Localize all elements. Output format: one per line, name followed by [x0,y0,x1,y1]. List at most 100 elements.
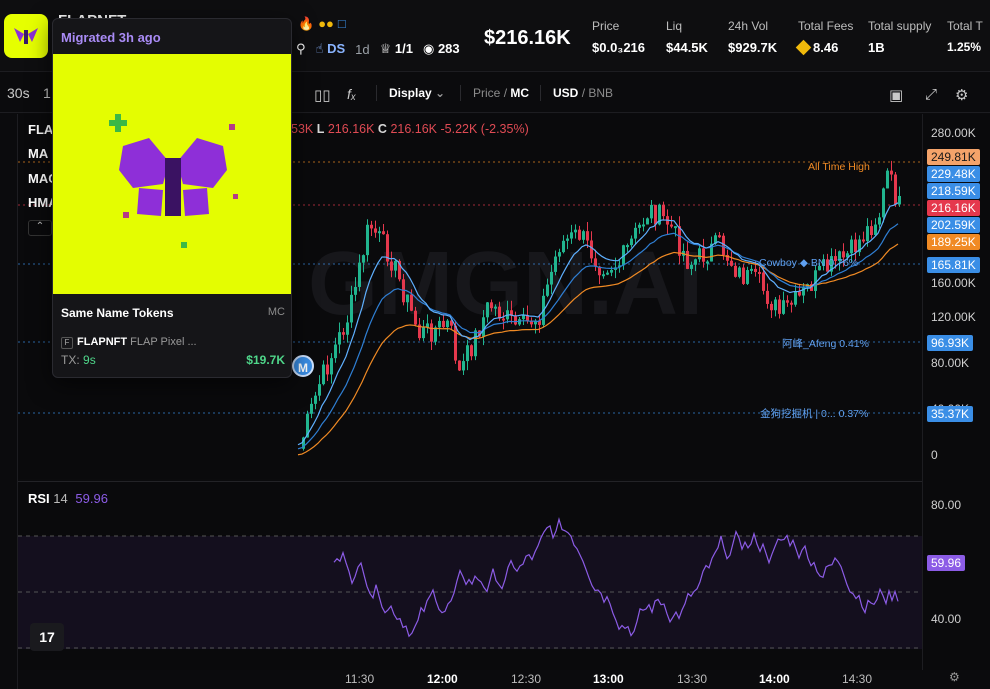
indicators-icon[interactable]: fₓ [347,86,356,102]
candle-body [346,322,349,335]
rsi-canvas [18,517,923,649]
candle-body [870,226,873,235]
collapse-legend-button[interactable]: ⌃ [28,220,52,236]
ohlc-readout: 53K L 216.16K C 216.16K -5.22K (-2.35%) [291,122,529,136]
candle-body [382,231,385,235]
price-axis[interactable]: 280.00K 160.00K 120.00K 80.00K 40.00K 0 … [922,114,990,684]
migration-marker[interactable]: M [292,355,314,377]
candle-body [638,224,641,228]
candle-body [698,248,701,260]
tag-cowboy: 165.81K [927,257,980,273]
migrated-label: Migrated 3h ago [61,30,161,45]
candle-body [690,264,693,269]
candle-body [686,250,689,269]
candle-body [590,240,593,259]
candle-body [482,317,485,337]
rsi-legend: RSI 14 59.96 [28,491,108,506]
price-mc-toggle[interactable]: Price / MC [473,86,529,100]
currency-toggle[interactable]: USD / BNB [553,86,613,100]
candle-body [442,320,445,328]
candle-body [370,224,373,229]
candle-body [318,384,321,396]
same-name-token-row[interactable]: F FLAPNFT FLAP Pixel ... [61,336,285,349]
flame-icon[interactable]: 🔥 [298,16,314,32]
candle-body [766,290,769,304]
holder-cowboy[interactable]: Cowboy ◆ BN 0.76% [759,257,858,269]
tick-120k: 120.00K [931,310,976,324]
chef-icon: ☝ [315,41,324,56]
fullscreen-icon[interactable]: ⤢ [925,86,937,103]
chat-icon[interactable]: □ [338,16,346,32]
candle-body [374,228,377,233]
tick-0: 0 [931,448,938,462]
candle-body [742,267,745,284]
display-dropdown[interactable]: Display ⌄ [389,86,445,100]
tag-miner: 35.37K [927,406,974,422]
token-meta: ⚲ ☝ DS 1d ♕ 1/1 ◉ 283 [296,41,460,57]
time-1300: 13:00 [593,672,624,686]
time-1130: 11:30 [345,672,375,686]
token-initial-icon: F [61,337,73,349]
eye-icon: ◉ [422,41,435,56]
candle-body [502,318,505,321]
camera-icon[interactable]: ▣ [889,86,903,104]
candle-body [602,274,605,277]
candle-type-icon[interactable]: ▯▯ [314,86,331,104]
tradingview-logo[interactable]: 17 [30,623,64,651]
stat-total-fees: Total Fees 8.46 [795,19,853,56]
divider [540,85,541,101]
candle-body [798,291,801,296]
axis-settings-icon[interactable]: ⚙ [949,670,960,684]
candle-body [338,332,341,345]
holder-afeng[interactable]: 阿峰_Afeng 0.41% [782,336,869,351]
candle-body [358,262,361,287]
search-icon[interactable]: ⚲ [296,41,306,57]
candle-body [646,218,649,225]
ds-link[interactable]: ☝ DS [316,41,346,57]
candle-body [738,267,741,277]
candle-body [322,364,325,385]
candle-body [706,261,709,264]
candle-body [546,284,549,296]
same-name-token-stats: TX: 9s $19.7K [61,353,285,367]
rsi-tag: 59.96 [927,555,966,571]
tag-ma1: 229.48K [927,166,980,182]
chevron-down-icon: ⌄ [435,86,446,100]
time-1230: 12:30 [511,672,542,686]
candle-body [362,255,365,263]
candle-body [862,239,865,242]
candle-body [850,239,853,254]
candle-body [334,344,337,359]
holder-miner[interactable]: 金狗挖掘机 | 0... 0.37% [760,406,868,421]
time-1200: 12:00 [427,672,458,686]
candle-body [878,217,881,225]
group-icon[interactable]: ●● [318,16,334,32]
candle-body [670,224,673,227]
candle-body [490,302,493,309]
candle-body [730,260,733,266]
candle-body [898,195,901,205]
candle-body [406,294,409,303]
candle-body [486,302,489,318]
candle-body [626,245,629,248]
candle-body [758,271,761,274]
time-axis[interactable]: 11:30 12:00 12:30 13:00 13:30 14:00 14:3… [18,666,923,689]
settings-icon[interactable]: ⚙ [955,86,968,104]
token-logo[interactable] [4,14,48,58]
candle-body [874,224,877,235]
tag-ma2: 218.59K [927,183,980,199]
interval-30s[interactable]: 30s [7,85,30,101]
candle-body [894,174,897,205]
candle-body [778,299,781,314]
time-1400: 14:00 [759,672,790,686]
candle-body [734,265,737,277]
candle-body [606,272,609,275]
candle-body [662,204,665,217]
legend-ma[interactable]: MA [28,146,48,161]
candle-body [554,256,557,272]
candle-body [754,268,757,272]
candle-body [586,231,589,241]
same-name-tokens-heading: Same Name Tokens MC [61,306,285,320]
interval-1[interactable]: 1 [43,85,51,101]
candle-body [394,260,397,271]
